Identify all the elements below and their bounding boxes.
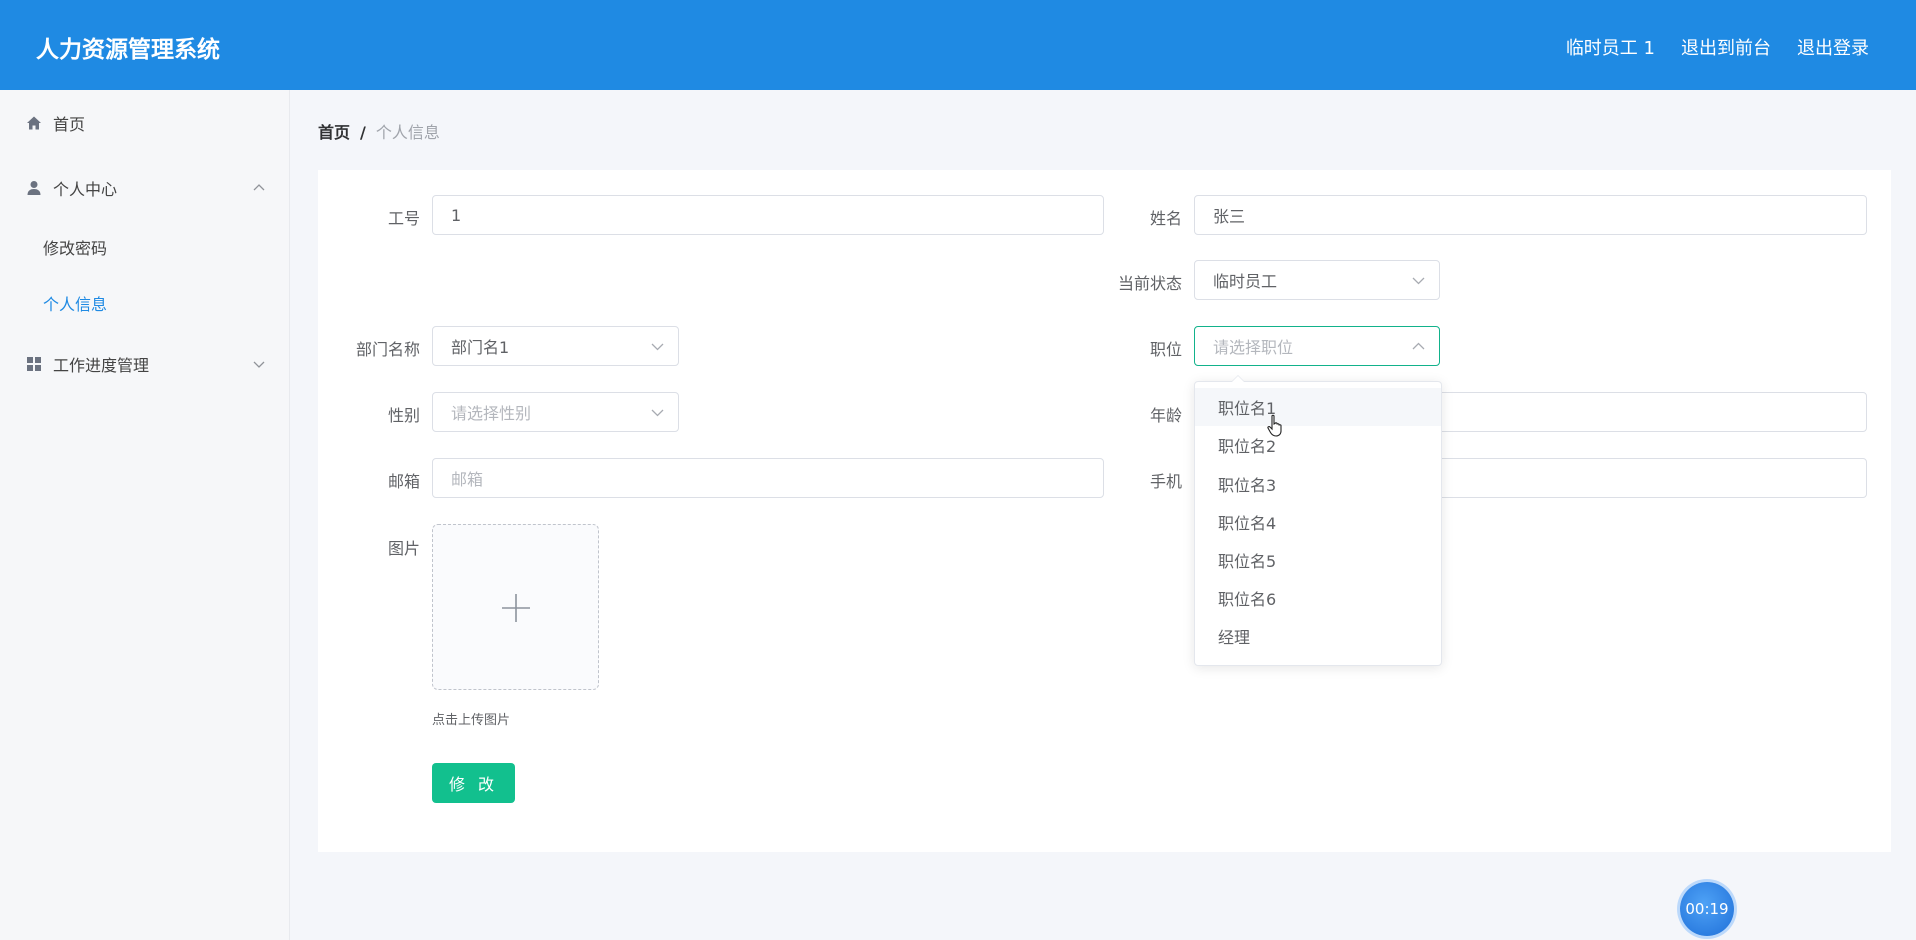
timer-badge[interactable]: 00:19 (1680, 882, 1734, 936)
email-input[interactable]: 邮箱 (432, 458, 1104, 498)
age-label: 年龄 (1149, 406, 1182, 425)
position-select-placeholder: 请选择职位 (1213, 338, 1294, 357)
gender-label: 性别 (387, 406, 420, 425)
upload-tip: 点击上传图片 (432, 713, 511, 728)
name-label: 姓名 (1149, 209, 1182, 228)
grid-icon (26, 356, 42, 372)
image-label: 图片 (387, 539, 420, 558)
sidebar: 首页 个人中心 修改密码 个人信息 工作进度管理 (0, 90, 290, 940)
email-label: 邮箱 (387, 472, 420, 491)
breadcrumb-current: 个人信息 (375, 123, 440, 142)
phone-label: 手机 (1149, 472, 1182, 491)
sidebar-item-personal-center-label: 个人中心 (53, 180, 118, 199)
chevron-up-icon (253, 184, 265, 191)
sidebar-item-personal-center[interactable]: 个人中心 (0, 168, 289, 208)
app-title: 人力资源管理系统 (36, 37, 220, 63)
position-option[interactable]: 经理 (1195, 617, 1441, 655)
gender-select-placeholder: 请选择性别 (451, 404, 532, 423)
employee-id-input[interactable]: 1 (432, 195, 1104, 235)
chevron-down-icon (1412, 277, 1425, 285)
chevron-down-icon (651, 343, 664, 351)
status-select[interactable]: 临时员工 (1194, 260, 1440, 300)
sidebar-item-change-password[interactable]: 修改密码 (43, 235, 107, 259)
name-input[interactable]: 张三 (1194, 195, 1867, 235)
position-option[interactable]: 职位名1 (1195, 388, 1441, 426)
position-dropdown: 职位名1 职位名2 职位名3 职位名4 职位名5 职位名6 经理 (1194, 375, 1442, 666)
header-links: 临时员工 1 退出到前台 退出登录 (1566, 34, 1869, 60)
gender-select[interactable]: 请选择性别 (432, 392, 679, 432)
sidebar-item-home-label: 首页 (53, 115, 86, 134)
chevron-down-icon (651, 409, 664, 417)
department-select-value: 部门名1 (451, 338, 510, 357)
position-option[interactable]: 职位名6 (1195, 579, 1441, 617)
position-option[interactable]: 职位名3 (1195, 465, 1441, 503)
employee-id-label: 工号 (387, 209, 420, 228)
home-icon (26, 115, 42, 131)
status-label: 当前状态 (1117, 274, 1182, 293)
breadcrumb-separator: / (360, 123, 366, 142)
chevron-up-icon (1412, 342, 1425, 350)
sidebar-item-work-progress[interactable]: 工作进度管理 (0, 344, 289, 384)
sidebar-item-personal-info[interactable]: 个人信息 (43, 291, 107, 315)
department-label: 部门名称 (355, 340, 420, 359)
current-user-link[interactable]: 临时员工 1 (1566, 34, 1655, 60)
logout-link[interactable]: 退出登录 (1797, 34, 1869, 60)
breadcrumb-home[interactable]: 首页 (318, 123, 350, 142)
user-icon (26, 180, 42, 196)
hand-cursor-icon (1267, 414, 1282, 437)
sidebar-item-work-progress-label: 工作进度管理 (53, 356, 150, 375)
status-select-value: 临时员工 (1213, 272, 1278, 291)
position-option[interactable]: 职位名2 (1195, 426, 1441, 464)
department-select[interactable]: 部门名1 (432, 326, 679, 366)
plus-icon (502, 594, 530, 622)
breadcrumb: 首页 / 个人信息 (318, 119, 440, 143)
chevron-down-icon (253, 361, 265, 368)
dropdown-caret-inner (1232, 376, 1244, 382)
position-select[interactable]: 请选择职位 (1194, 326, 1440, 366)
position-option[interactable]: 职位名5 (1195, 541, 1441, 579)
exit-to-front-link[interactable]: 退出到前台 (1681, 34, 1771, 60)
modify-button[interactable]: 修 改 (432, 763, 515, 803)
position-label: 职位 (1149, 340, 1182, 359)
top-header: 人力资源管理系统 临时员工 1 退出到前台 退出登录 (0, 0, 1916, 90)
position-option[interactable]: 职位名4 (1195, 503, 1441, 541)
sidebar-item-home[interactable]: 首页 (0, 103, 289, 143)
image-upload[interactable] (432, 524, 599, 690)
